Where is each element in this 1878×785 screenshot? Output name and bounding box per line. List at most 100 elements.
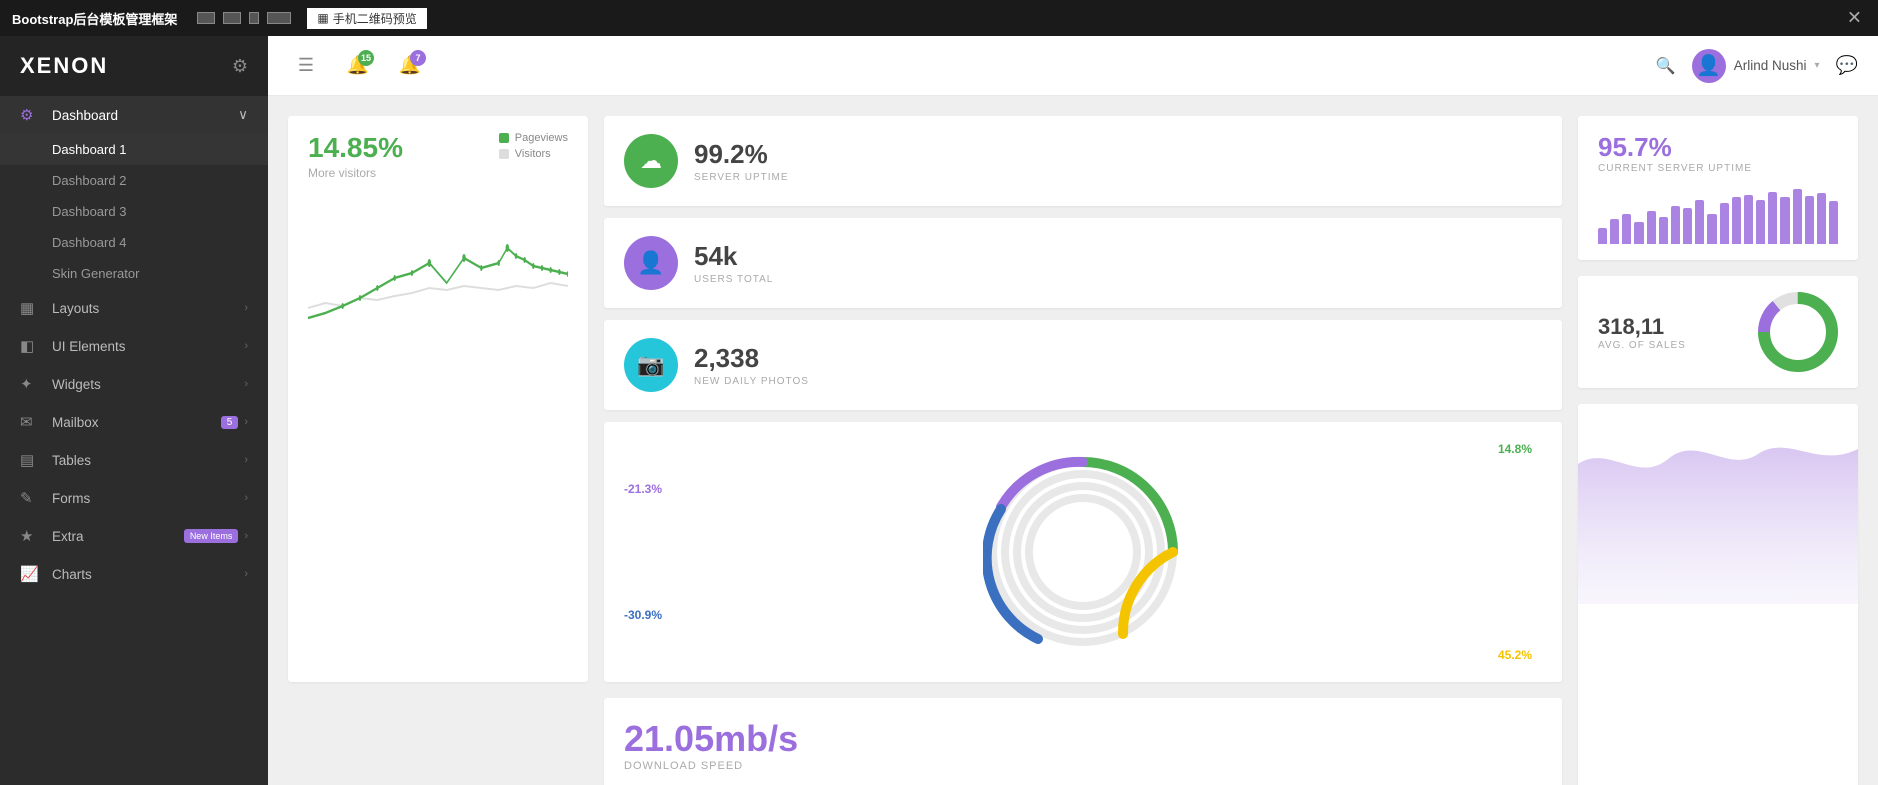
donut-label-blue: -30.9%: [624, 608, 662, 622]
user-menu[interactable]: 👤 Arlind Nushi ▾: [1692, 49, 1820, 83]
chart-legend: Pageviews Visitors: [499, 132, 568, 160]
users-icon: 👤: [624, 236, 678, 290]
dashboard-icon: ⚙: [20, 106, 40, 124]
hamburger-button[interactable]: ☰: [288, 48, 324, 84]
bar-item: [1647, 211, 1656, 244]
mailbox-icon: ✉: [20, 413, 40, 431]
donut-chart-svg: [983, 452, 1183, 652]
chevron-right-icon: ›: [244, 340, 248, 352]
chevron-right-icon: ›: [244, 416, 248, 428]
sidebar-item-label: Dashboard: [52, 108, 238, 123]
sidebar-item-mailbox[interactable]: ✉ Mailbox 5 ›: [0, 403, 268, 441]
charts-icon: 📈: [20, 565, 40, 583]
sidebar-logo: XENON: [20, 53, 108, 79]
sidebar-item-dashboard4[interactable]: Dashboard 4: [0, 227, 268, 258]
line-chart-svg: [308, 188, 568, 348]
donut-chart-card: 14.8% -21.3% -30.9% 45.2%: [604, 422, 1562, 682]
speed-value: 21.05mb/s: [624, 718, 1542, 760]
mailbox-badge: 5: [221, 416, 239, 429]
users-label: USERS TOTAL: [694, 274, 773, 285]
new-items-badge: New Items: [184, 529, 239, 543]
phone-icon: [249, 12, 259, 24]
stat-card-users: 👤 54k USERS TOTAL: [604, 218, 1562, 308]
hamburger-icon: ☰: [298, 55, 314, 76]
visitors-chart-card: 14.85% More visitors Pageviews Visitors: [288, 116, 588, 682]
notifications-button[interactable]: 🔔 15: [340, 48, 376, 84]
monitor-icon: [197, 12, 215, 24]
uptime-label: SERVER UPTIME: [694, 172, 789, 183]
uptime-value: 99.2%: [694, 139, 789, 170]
right-column: 95.7% CURRENT SERVER UPTIME 318,11 AVG. …: [1578, 116, 1858, 785]
sales-value: 318,11: [1598, 314, 1686, 340]
speed-label: DOWNLOAD SPEED: [624, 760, 1542, 772]
stat-info-uptime: 99.2% SERVER UPTIME: [694, 139, 789, 183]
bar-item: [1659, 217, 1668, 245]
gear-icon[interactable]: ⚙: [232, 56, 248, 77]
window-controls: [197, 12, 291, 24]
speed-card: 21.05mb/s DOWNLOAD SPEED 0 50 100 150: [604, 698, 1562, 785]
qr-preview-button[interactable]: ▦ 手机二维码预览: [307, 8, 426, 29]
server-uptime-card: 95.7% CURRENT SERVER UPTIME: [1578, 116, 1858, 260]
close-icon[interactable]: ✕: [1847, 8, 1862, 29]
main-area: ☰ 🔔 15 🔔 7 🔍 👤 Arlind Nushi: [268, 36, 1878, 785]
sales-info: 318,11 AVG. OF SALES: [1598, 314, 1686, 351]
sub-item-label: Skin Generator: [52, 266, 139, 281]
tablet-icon: [223, 12, 241, 24]
sidebar-item-charts[interactable]: 📈 Charts ›: [0, 555, 268, 593]
sidebar-item-extra[interactable]: ★ Extra New Items ›: [0, 517, 268, 555]
bar-item: [1732, 197, 1741, 244]
chat-icon[interactable]: 💬: [1836, 55, 1858, 76]
sidebar: XENON ⚙ ⚙ Dashboard ∨ Dashboard 1 Dashbo…: [0, 36, 268, 785]
sidebar-item-skin-generator[interactable]: Skin Generator: [0, 258, 268, 289]
photos-label: NEW DAILY PHOTOS: [694, 376, 809, 387]
avatar: 👤: [1692, 49, 1726, 83]
sidebar-item-tables[interactable]: ▤ Tables ›: [0, 441, 268, 479]
sidebar-item-ui-elements[interactable]: ◧ UI Elements ›: [0, 327, 268, 365]
bar-item: [1634, 222, 1643, 244]
bar-item: [1744, 195, 1753, 245]
chevron-right-icon: ›: [244, 454, 248, 466]
donut-label-green: 14.8%: [1498, 442, 1532, 456]
sidebar-item-label: UI Elements: [52, 339, 244, 354]
tables-icon: ▤: [20, 451, 40, 469]
bar-item: [1829, 201, 1838, 244]
visitors-label: Visitors: [515, 148, 551, 160]
bar-item: [1598, 228, 1607, 245]
pageviews-dot: [499, 133, 509, 143]
chevron-down-icon: ∨: [238, 107, 248, 123]
chart-info: 14.85% More visitors: [308, 132, 403, 180]
search-icon[interactable]: 🔍: [1656, 56, 1676, 76]
pageviews-label: Pageviews: [515, 132, 568, 144]
stat-info-photos: 2,338 NEW DAILY PHOTOS: [694, 343, 809, 387]
username-label: Arlind Nushi: [1734, 58, 1807, 73]
right-wave-svg: [1578, 404, 1858, 604]
bar-item: [1805, 196, 1814, 244]
sidebar-item-forms[interactable]: ✎ Forms ›: [0, 479, 268, 517]
sub-item-label: Dashboard 1: [52, 142, 126, 157]
sidebar-item-dashboard3[interactable]: Dashboard 3: [0, 196, 268, 227]
alerts-button[interactable]: 🔔 7: [392, 48, 428, 84]
qr-icon: ▦: [317, 11, 328, 25]
sidebar-item-label: Widgets: [52, 377, 244, 392]
visitors-dot: [499, 149, 509, 159]
sidebar-item-label: Layouts: [52, 301, 244, 316]
bar-item: [1671, 206, 1680, 245]
sidebar-header: XENON ⚙: [0, 36, 268, 96]
sidebar-item-label: Forms: [52, 491, 244, 506]
chart-percent: 14.85%: [308, 132, 403, 164]
sidebar-item-dashboard[interactable]: ⚙ Dashboard ∨: [0, 96, 268, 134]
chart-sub: More visitors: [308, 166, 403, 180]
bar-item: [1720, 203, 1729, 244]
ui-elements-icon: ◧: [20, 337, 40, 355]
sidebar-item-widgets[interactable]: ✦ Widgets ›: [0, 365, 268, 403]
topbar: ☰ 🔔 15 🔔 7 🔍 👤 Arlind Nushi: [268, 36, 1878, 96]
chevron-right-icon: ›: [244, 568, 248, 580]
sidebar-item-label: Extra: [52, 529, 184, 544]
widgets-icon: ✦: [20, 375, 40, 393]
sidebar-item-layouts[interactable]: ▦ Layouts ›: [0, 289, 268, 327]
sidebar-item-dashboard2[interactable]: Dashboard 2: [0, 165, 268, 196]
sidebar-item-dashboard1[interactable]: Dashboard 1: [0, 134, 268, 165]
sub-item-label: Dashboard 3: [52, 204, 126, 219]
extra-right-card: [1578, 404, 1858, 785]
chevron-right-icon: ›: [244, 530, 248, 542]
